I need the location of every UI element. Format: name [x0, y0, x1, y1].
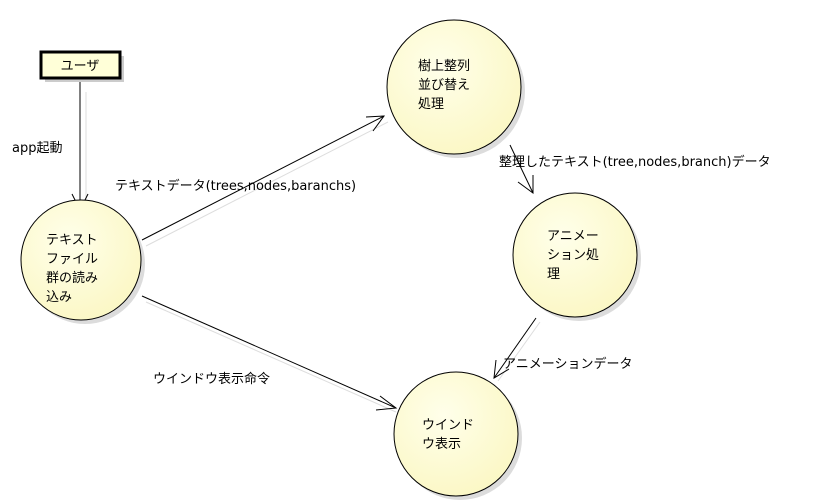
process-read-files-line-1: テキスト — [46, 233, 98, 248]
flow-app-start-label: app起動 — [12, 141, 62, 156]
process-sort-tree-line-1: 樹上整列 — [418, 59, 470, 74]
process-window-display-line-2: ウ表示 — [422, 437, 461, 452]
process-window-display[interactable]: ウインド ウ表示 — [393, 371, 522, 500]
process-animation-line-3: 理 — [547, 267, 560, 282]
flow-window-command[interactable] — [141, 295, 398, 413]
actor-user-label: ユーザ — [61, 59, 100, 74]
process-animation[interactable]: アニメー ション処 理 — [512, 192, 641, 321]
dataflow-diagram: ユーザ テキスト ファイル 群の読み 込み 樹上整列 並び替え 処理 アニメー … — [12, 19, 771, 500]
process-sort-tree-line-2: 並び替え — [418, 78, 470, 93]
flow-app-start[interactable] — [71, 80, 89, 212]
process-read-files-line-4: 込み — [46, 290, 72, 305]
flow-window-command-label: ウインドウ表示命令 — [153, 371, 270, 387]
flow-text-data-label: テキストデータ(trees,nodes,baranchs) — [115, 178, 356, 194]
process-animation-line-2: ション処 — [547, 248, 599, 263]
process-read-files-line-3: 群の読み — [46, 270, 98, 286]
actor-user[interactable]: ユーザ — [39, 50, 124, 82]
process-animation-line-1: アニメー — [547, 229, 599, 244]
process-read-files-line-2: ファイル — [46, 252, 98, 267]
process-read-files[interactable]: テキスト ファイル 群の読み 込み — [20, 199, 145, 324]
flow-sorted-text-label: 整理したテキスト(tree,nodes,branch)データ — [499, 154, 771, 170]
process-sort-tree[interactable]: 樹上整列 並び替え 処理 — [386, 19, 525, 158]
process-sort-tree-line-3: 処理 — [418, 97, 444, 112]
flow-animation-data-label: アニメーションデータ — [503, 356, 632, 372]
process-window-display-line-1: ウインド — [422, 418, 474, 433]
